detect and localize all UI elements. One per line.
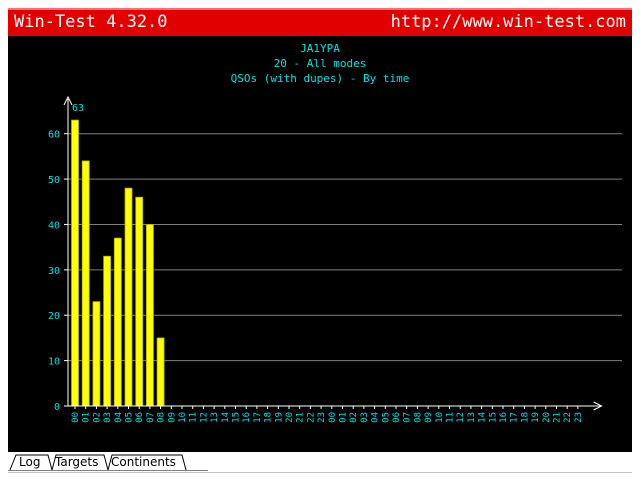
- x-tick-label: 23: [574, 412, 584, 423]
- x-tick-label: 07: [403, 412, 413, 423]
- tab-strip: Log Targets Continents: [8, 452, 632, 472]
- bar-series: [71, 119, 165, 407]
- x-tick-label: 03: [103, 412, 113, 423]
- qso-chart: JA1YPA 20 - All modes QSOs (with dupes) …: [48, 42, 622, 423]
- tab-log[interactable]: Log: [19, 454, 40, 470]
- window-bottom-edge: [8, 472, 632, 473]
- x-tick-label: 22: [306, 412, 316, 423]
- x-tick-label: 21: [553, 412, 563, 423]
- x-tick-label: 05: [125, 412, 135, 423]
- x-tick-label: 10: [435, 412, 445, 423]
- tab-targets[interactable]: Targets: [55, 454, 98, 470]
- x-tick-label: 09: [424, 412, 434, 423]
- bar[interactable]: [135, 196, 144, 407]
- x-tick-label: 03: [360, 412, 370, 423]
- y-tick-label: 10: [48, 357, 60, 368]
- x-tick-label: 00: [328, 412, 338, 423]
- x-tick-label: 23: [317, 412, 327, 423]
- chart-title: JA1YPA: [300, 42, 340, 55]
- x-tick-label: 09: [167, 412, 177, 423]
- x-tick-label: 19: [274, 412, 284, 423]
- x-tick-label: 17: [510, 412, 520, 423]
- x-tick-label: 04: [371, 412, 381, 423]
- bar[interactable]: [124, 187, 133, 407]
- chart-axes: [63, 95, 603, 411]
- app-window: Win-Test 4.32.0 http://www.win-test.com …: [0, 0, 640, 480]
- x-tick-label: 18: [264, 412, 274, 423]
- x-tick-label: 22: [563, 412, 573, 423]
- y-tick-label: 30: [48, 266, 60, 277]
- x-tick-label: 01: [82, 412, 92, 423]
- tab-continents[interactable]: Continents: [111, 454, 176, 470]
- y-axis-labels: 0 10 20 30 40 50 60: [48, 130, 60, 413]
- bar[interactable]: [156, 337, 165, 407]
- x-tick-label: 20: [285, 412, 295, 423]
- website-url[interactable]: http://www.win-test.com: [391, 12, 626, 32]
- chart-subtitle: 20 - All modes: [274, 57, 367, 70]
- x-tick-label: 14: [478, 412, 488, 423]
- x-tick-label: 12: [456, 412, 466, 423]
- x-tick-label: 15: [488, 412, 498, 423]
- x-tick-label: 17: [253, 412, 263, 423]
- x-tick-label: 11: [189, 412, 199, 423]
- x-tick-label: 16: [242, 412, 252, 423]
- chart-panel: JA1YPA 20 - All modes QSOs (with dupes) …: [8, 36, 632, 452]
- bar[interactable]: [81, 160, 90, 407]
- x-tick-label: 13: [467, 412, 477, 423]
- x-tick-label: 04: [114, 412, 124, 423]
- bar[interactable]: [113, 237, 122, 407]
- x-tick-label: 08: [157, 412, 167, 423]
- bar[interactable]: [145, 224, 154, 407]
- x-tick-label: 06: [135, 412, 145, 423]
- x-tick-label: 06: [392, 412, 402, 423]
- x-tick-label: 02: [349, 412, 359, 423]
- y-tick-label: 40: [48, 220, 60, 231]
- x-tick-label: 21: [296, 412, 306, 423]
- title-bar: Win-Test 4.32.0 http://www.win-test.com: [8, 8, 632, 36]
- x-tick-label: 20: [542, 412, 552, 423]
- x-tick-label: 19: [531, 412, 541, 423]
- x-tick-label: 16: [499, 412, 509, 423]
- app-title: Win-Test 4.32.0: [14, 12, 168, 32]
- x-tick-label: 02: [92, 412, 102, 423]
- x-tick-label: 08: [413, 412, 423, 423]
- x-tick-label: 11: [446, 412, 456, 423]
- y-tick-label: 50: [48, 175, 60, 186]
- x-tick-label: 07: [146, 412, 156, 423]
- x-axis-labels: 00 01 02 03 04 05 06 07 08 09 10 11 12 13 14 15 16 17 18 19…: [71, 412, 584, 423]
- x-tick-label: 12: [199, 412, 209, 423]
- max-value-label: 63: [72, 103, 84, 114]
- y-tick-label: 60: [48, 130, 60, 141]
- x-tick-label: 13: [210, 412, 220, 423]
- x-tick-label: 10: [178, 412, 188, 423]
- x-tick-label: 18: [520, 412, 530, 423]
- y-tick-label: 20: [48, 311, 60, 322]
- bar[interactable]: [92, 301, 101, 407]
- x-tick-label: 01: [339, 412, 349, 423]
- chart-subtitle-2: QSOs (with dupes) - By time: [231, 72, 410, 85]
- x-tick-label: 00: [71, 412, 81, 423]
- x-tick-label: 14: [221, 412, 231, 423]
- x-tick-label: 05: [381, 412, 391, 423]
- y-tick-label: 0: [54, 402, 60, 413]
- x-tick-label: 15: [232, 412, 242, 423]
- bar[interactable]: [71, 119, 79, 407]
- bar[interactable]: [103, 255, 111, 407]
